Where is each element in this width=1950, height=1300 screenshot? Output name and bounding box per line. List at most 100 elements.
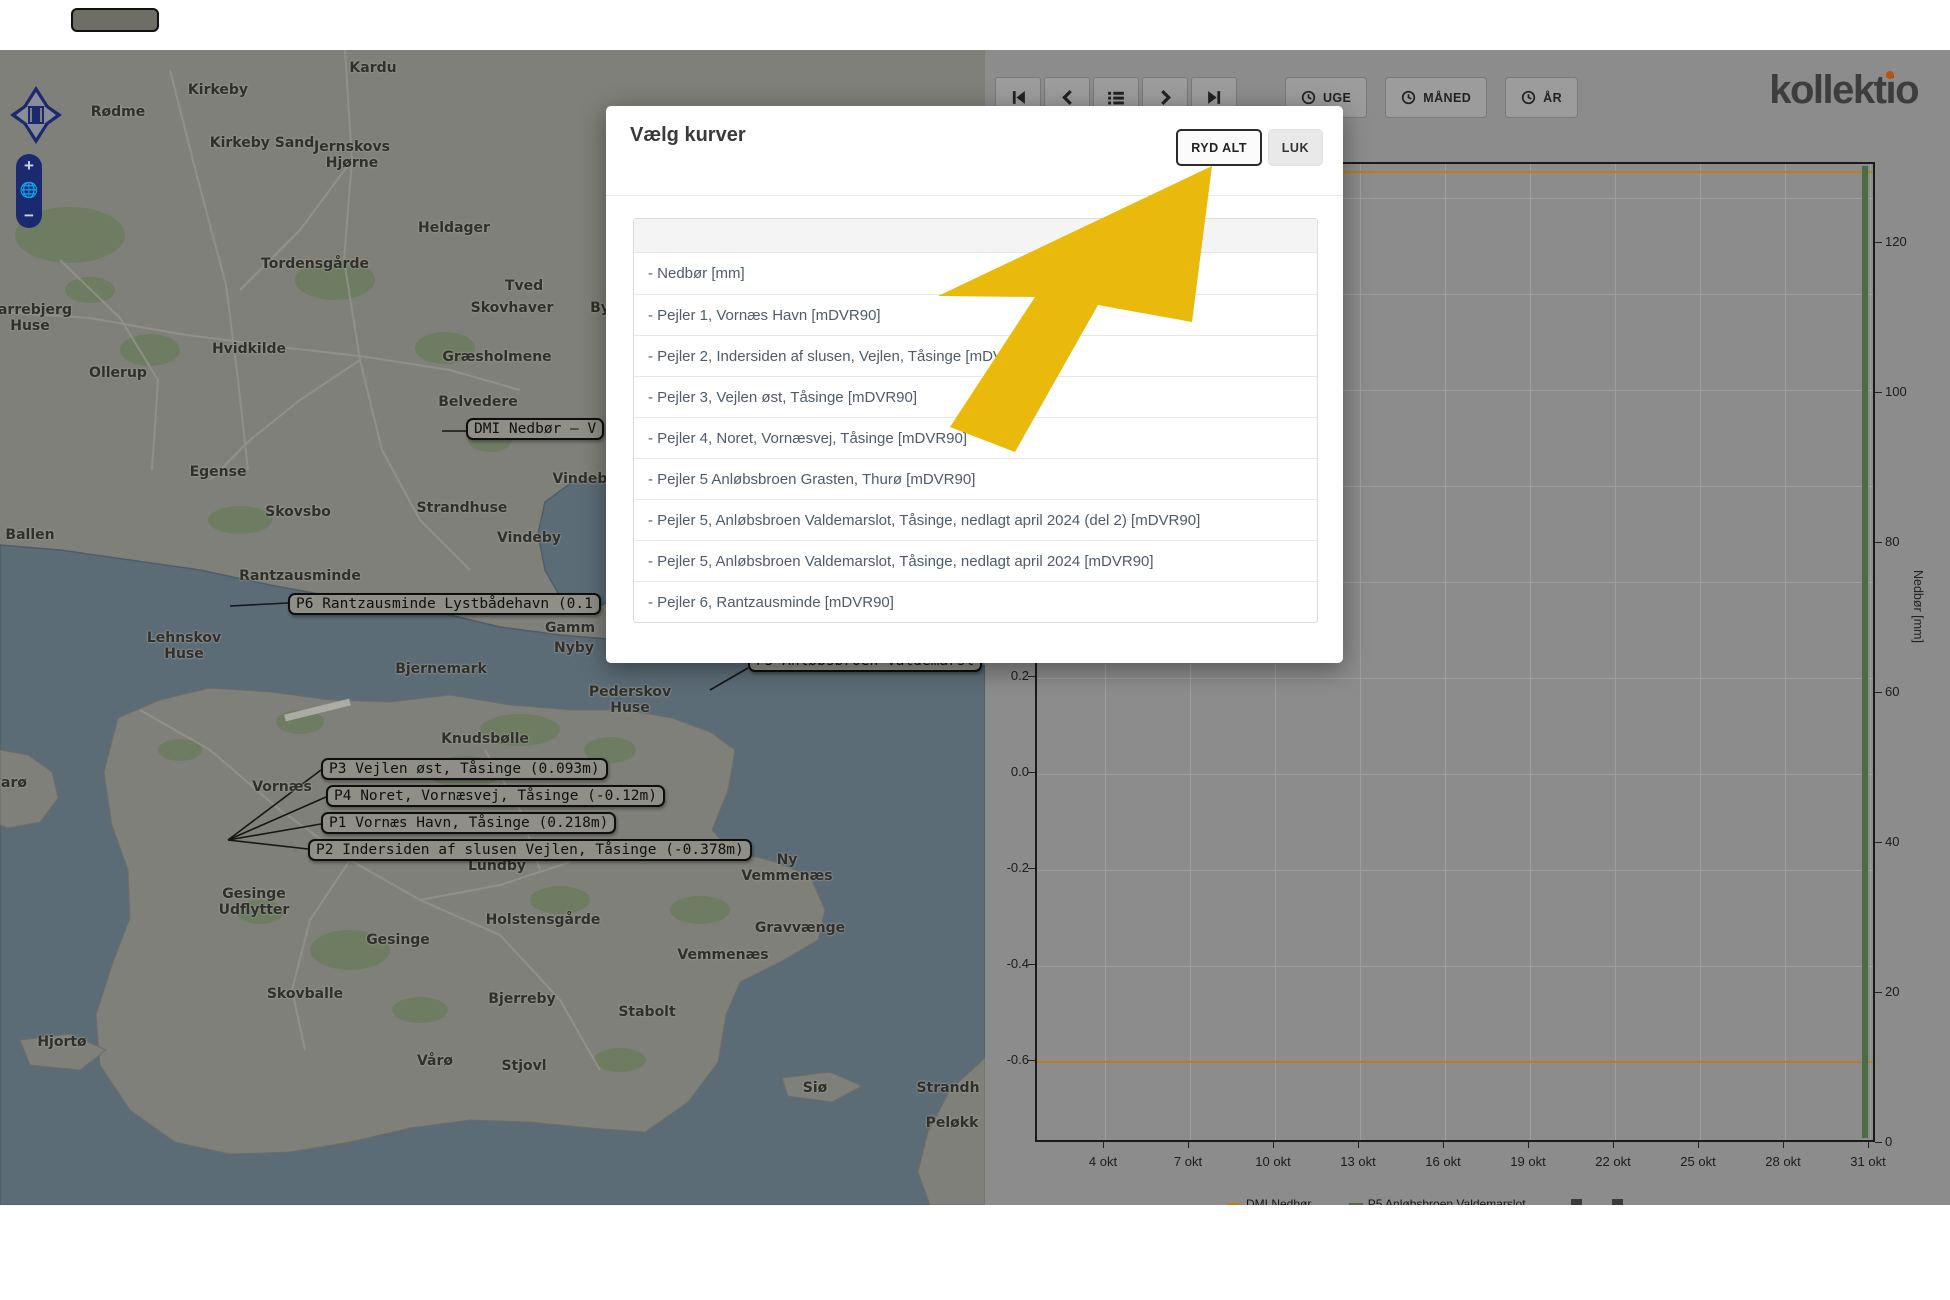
zoom-in-button[interactable]: + [18,157,40,175]
clock-icon [1521,90,1536,105]
range-button-år[interactable]: ÅR [1505,77,1578,118]
y-left-tick-label: -0.2 [985,860,1029,875]
curve-item[interactable]: - Pejler 1, Vornæs Havn [mDVR90] [634,294,1317,335]
legend-marker [1349,1203,1363,1205]
y-left-tick-label: -0.4 [985,956,1029,971]
curve-list-header [634,219,1317,253]
pan-compass-icon[interactable] [10,86,62,144]
curve-item[interactable]: - Pejler 5, Anløbsbroen Valdemarslot, Tå… [634,540,1317,581]
curve-item[interactable]: - Pejler 3, Vejlen øst, Tåsinge [mDVR90] [634,376,1317,417]
clear-all-button[interactable]: RYD ALT [1176,129,1262,166]
x-tick-label: 10 okt [1243,1154,1303,1169]
y-right-tick-label: 80 [1885,534,1899,549]
gridline-v [1700,164,1701,1140]
clock-icon [1401,90,1416,105]
close-button[interactable]: LUK [1268,129,1323,166]
curve-item[interactable]: - Pejler 6, Rantzausminde [mDVR90] [634,581,1317,622]
x-tick-label: 19 okt [1498,1154,1558,1169]
y-right-tick-mark [1875,392,1882,393]
clock-icon [1301,90,1316,105]
y-right-tick-label: 60 [1885,684,1899,699]
station-label[interactable]: P1 Vornæs Havn, Tåsinge (0.218m) [321,812,616,834]
x-tick-mark [1698,1142,1699,1148]
zoom-out-button[interactable]: − [18,207,40,225]
y-right-tick-label: 100 [1885,384,1907,399]
legend-item-label: DMI Nedbør … [1246,1197,1327,1205]
curve-item[interactable]: - Pejler 5 Anløbsbroen Grasten, Thurø [m… [634,458,1317,499]
y-right-tick-mark [1875,842,1882,843]
gridline-v [1870,164,1871,1140]
y-right-tick-mark [1875,992,1882,993]
curve-item[interactable]: - Pejler 5, Anløbsbroen Valdemarslot, Tå… [634,499,1317,540]
y-left-tick-mark [1028,868,1035,869]
globe-icon[interactable]: 🌐 [20,184,39,198]
x-tick-label: 22 okt [1583,1154,1643,1169]
list-icon [1107,89,1125,107]
y-left-tick-label: 0.0 [985,764,1029,779]
curve-modal: Vælg kurver RYD ALT LUK - Nedbør [mm]- P… [606,106,1343,663]
curve-item[interactable]: - Pejler 2, Indersiden af slusen, Vejlen… [634,335,1317,376]
x-tick-mark [1273,1142,1274,1148]
gridline-h [1037,678,1873,679]
station-label[interactable]: P3 Vejlen øst, Tåsinge (0.093m) [321,758,608,780]
legend-menu-icon[interactable] [1571,1199,1582,1205]
precipitation-bar [1862,166,1868,1138]
gridline-v [1615,164,1616,1140]
skip-last-icon [1206,89,1223,106]
x-tick-mark [1103,1142,1104,1148]
zoom-control: + 🌐 − [16,154,42,228]
x-tick-label: 7 okt [1158,1154,1218,1169]
curve-item[interactable]: - Pejler 4, Noret, Vornæsvej, Tåsinge [m… [634,417,1317,458]
prev-icon [1059,89,1076,106]
modal-title: Vælg kurver [630,124,746,147]
station-label[interactable]: DMI Nedbør – V [466,418,604,440]
y-right-tick-label: 120 [1885,234,1907,249]
y-right-tick-label: 20 [1885,984,1899,999]
gridline-v [1530,164,1531,1140]
x-tick-mark [1613,1142,1614,1148]
app-logo: kollektio [1769,68,1918,113]
legend-marker [1227,1203,1241,1205]
curve-list: - Nedbør [mm]- Pejler 1, Vornæs Havn [mD… [634,253,1317,622]
page: KarduKirkebyRødmeKirkeby SandJernskovs H… [0,0,1950,1300]
partial-map-label [71,8,159,32]
gridline-v [1785,164,1786,1140]
logo-accent-i: i [1885,68,1895,112]
gridline-h [1037,870,1873,871]
gridline-v [1445,164,1446,1140]
station-label[interactable]: P6 Rantzausminde Lystbådehavn (0.1 [288,593,601,615]
curve-item[interactable]: - Nedbør [mm] [634,253,1317,294]
curve-list-container: - Nedbør [mm]- Pejler 1, Vornæs Havn [mD… [633,218,1318,623]
next-icon [1157,89,1174,106]
legend-clipped: DMI Nedbør … P5 Anløbsbroen Valdemarslot … [1205,1191,1950,1205]
y-left-tick-mark [1028,676,1035,677]
x-tick-mark [1188,1142,1189,1148]
range-button-måned[interactable]: MÅNED [1385,77,1487,118]
x-tick-mark [1528,1142,1529,1148]
x-tick-mark [1868,1142,1869,1148]
x-tick-mark [1358,1142,1359,1148]
x-tick-label: 16 okt [1413,1154,1473,1169]
legend-menu-icon[interactable] [1612,1199,1623,1205]
x-tick-label: 13 okt [1328,1154,1388,1169]
skip-first-icon [1010,89,1027,106]
x-tick-mark [1443,1142,1444,1148]
y-right-tick-mark [1875,692,1882,693]
gridline-v [1360,164,1361,1140]
y-right-tick-mark [1875,242,1882,243]
y-left-tick-mark [1028,1060,1035,1061]
modal-divider [606,195,1343,196]
right-axis-title: Nedbør [mm] [1911,570,1925,643]
x-tick-label: 25 okt [1668,1154,1728,1169]
station-label[interactable]: P2 Indersiden af slusen Vejlen, Tåsinge … [308,839,752,861]
y-left-tick-label: -0.6 [985,1052,1029,1067]
x-tick-mark [1783,1142,1784,1148]
y-left-tick-label: 0.2 [985,668,1029,683]
station-label[interactable]: P4 Noret, Vornæsvej, Tåsinge (-0.12m) [326,785,665,807]
legend-item-label: P5 Anløbsbroen Valdemarslot … [1368,1197,1541,1205]
y-right-tick-label: 0 [1885,1134,1892,1149]
y-right-tick-mark [1875,1142,1882,1143]
x-tick-label: 4 okt [1073,1154,1133,1169]
y-left-tick-mark [1028,964,1035,965]
x-tick-label: 28 okt [1753,1154,1813,1169]
